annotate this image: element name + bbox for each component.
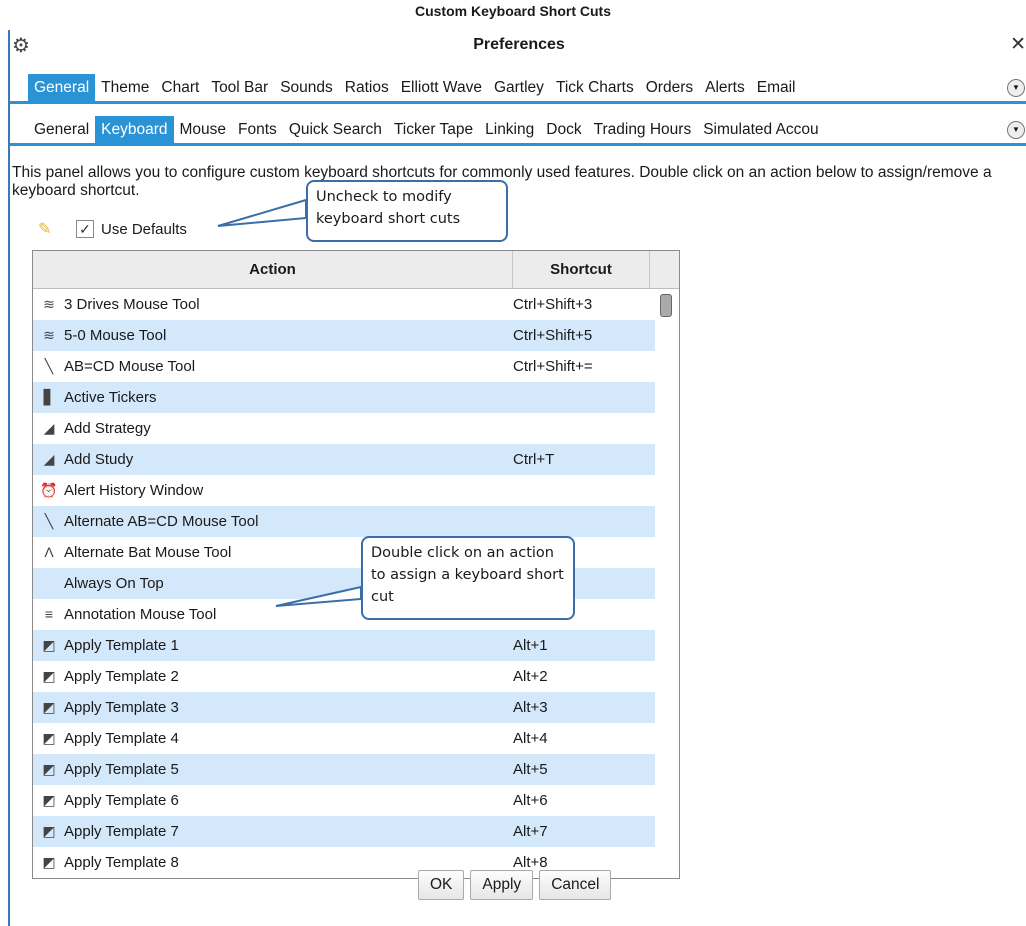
callout-use-defaults: Uncheck to modify keyboard short cuts — [306, 180, 508, 242]
callout-pointer-defaults — [217, 198, 307, 227]
callout-pointers — [217, 198, 362, 607]
callout-double-click: Double click on an action to assign a ke… — [361, 536, 575, 620]
callout-pointer-action — [275, 585, 362, 607]
